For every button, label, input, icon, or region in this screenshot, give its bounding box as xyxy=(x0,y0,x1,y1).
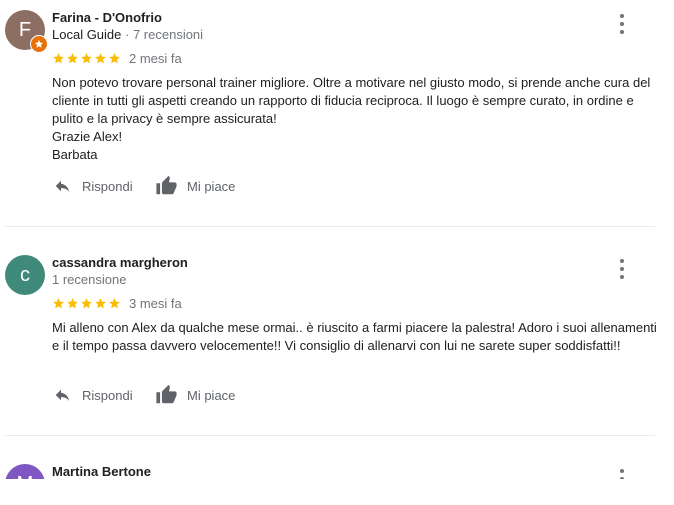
reviewer-meta[interactable]: Local Guide · 7 recensioni xyxy=(52,27,203,42)
review-text-line: Barbata xyxy=(52,147,98,162)
more-vert-icon-dot xyxy=(620,275,624,279)
review-text-line: Grazie Alex! xyxy=(52,129,123,144)
rating-row: 2 mesi fa xyxy=(52,50,182,66)
review-card: F Farina - D'Onofrio Local Guide · 7 rec… xyxy=(0,0,660,226)
reviewer-meta[interactable]: 1 recensione xyxy=(52,272,126,287)
more-vert-icon-dot xyxy=(620,267,624,271)
thumbs-up-icon xyxy=(156,175,177,195)
like-label: Mi piace xyxy=(187,178,236,194)
more-options-button[interactable] xyxy=(614,14,630,34)
review-count: 7 recensioni xyxy=(132,27,204,42)
like-button[interactable]: Mi piace xyxy=(155,175,235,197)
review-text: Non potevo trovare personal trainer migl… xyxy=(52,74,657,164)
star-rating xyxy=(52,52,121,65)
star-icon xyxy=(81,297,92,308)
avatar[interactable]: c xyxy=(5,255,45,295)
review-text: Mi alleno con Alex da qualche mese ormai… xyxy=(52,319,657,355)
avatar-letter: M xyxy=(17,473,34,479)
star-icon xyxy=(81,52,92,63)
avatar[interactable]: F xyxy=(5,10,48,53)
star-icon xyxy=(95,52,106,63)
more-options-button[interactable] xyxy=(614,259,630,279)
star-icon xyxy=(53,297,64,308)
local-guide-badge-icon xyxy=(30,35,48,53)
more-vert-icon xyxy=(620,259,624,263)
divider xyxy=(5,435,655,436)
star-icon xyxy=(95,297,106,308)
meta-separator: · xyxy=(121,27,133,42)
like-button[interactable]: Mi piace xyxy=(155,384,235,406)
reply-label: Rispondi xyxy=(82,178,133,194)
avatar-letter: c xyxy=(20,264,30,286)
reply-icon xyxy=(55,180,70,192)
review-text-line: Non potevo trovare personal trainer migl… xyxy=(52,75,651,126)
reviewer-name[interactable]: Farina - D'Onofrio xyxy=(52,10,162,25)
avatar-letter: F xyxy=(18,19,32,41)
more-vert-icon-dot xyxy=(620,22,624,26)
more-vert-icon xyxy=(620,14,624,18)
reviewer-name[interactable]: Martina Bertone xyxy=(52,464,151,479)
rating-row: 3 mesi fa xyxy=(52,295,182,311)
reply-icon xyxy=(55,389,70,401)
review-card: M Martina Bertone xyxy=(0,455,674,479)
star-icon xyxy=(67,52,78,63)
star-icon xyxy=(53,52,64,63)
more-vert-icon-dot xyxy=(620,477,624,479)
more-options-button[interactable] xyxy=(614,469,630,479)
like-label: Mi piace xyxy=(187,387,236,403)
star-icon xyxy=(67,297,78,308)
reply-button[interactable]: Rispondi xyxy=(52,386,133,404)
thumbs-up-icon xyxy=(156,384,177,404)
review-card: c cassandra margheron 1 recensione 3 mes… xyxy=(0,227,660,435)
avatar[interactable]: M xyxy=(5,464,45,479)
more-vert-icon-dot xyxy=(620,30,624,34)
review-date: 2 mesi fa xyxy=(129,50,182,66)
star-rating xyxy=(52,297,121,310)
reply-label: Rispondi xyxy=(82,387,133,403)
more-vert-icon xyxy=(620,469,624,473)
review-text-line: Mi alleno con Alex da qualche mese ormai… xyxy=(52,320,657,353)
star-icon xyxy=(109,52,120,63)
star-icon xyxy=(109,297,120,308)
local-guide-label: Local Guide xyxy=(52,27,122,42)
review-count: 1 recensione xyxy=(52,272,127,287)
reviewer-name[interactable]: cassandra margheron xyxy=(52,255,188,270)
reply-button[interactable]: Rispondi xyxy=(52,177,133,195)
review-date: 3 mesi fa xyxy=(129,295,182,311)
